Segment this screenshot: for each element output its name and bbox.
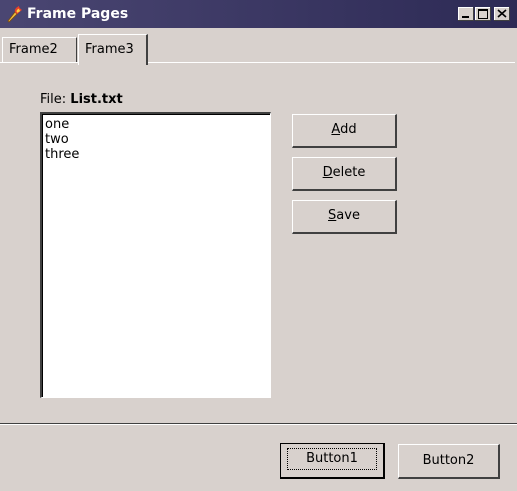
file-label: File: List.txt [40,92,123,107]
minimize-icon[interactable] [458,7,474,21]
file-listbox[interactable]: one two three [40,112,271,398]
delete-label-rest: elete [332,165,366,180]
torch-icon [6,5,24,23]
button1-label: Button1 [287,448,377,470]
tab-frame2[interactable]: Frame2 [2,37,77,62]
save-button[interactable]: Save [292,200,397,234]
tab-strip: Frame2 Frame3 [0,33,517,65]
file-name: List.txt [70,92,123,107]
list-item[interactable]: three [45,147,270,162]
add-button[interactable]: Add [292,114,397,148]
list-item[interactable]: two [45,132,270,147]
close-icon[interactable] [494,7,510,21]
add-label-rest: dd [340,122,357,137]
title-bar[interactable]: Frame Pages [0,0,517,28]
delete-button[interactable]: Delete [292,157,397,191]
list-item[interactable]: one [45,117,270,132]
delete-mnemonic: D [322,165,333,180]
save-label-rest: ave [336,208,360,223]
button2[interactable]: Button2 [398,444,500,479]
footer-divider [0,423,517,425]
add-mnemonic: A [331,122,341,137]
window-title: Frame Pages [27,6,129,22]
file-label-text: File: [40,92,67,107]
app-window: Frame Pages Frame2 Frame3 File: List.txt… [0,0,517,491]
button1[interactable]: Button1 [280,443,385,479]
tab-frame3[interactable]: Frame3 [78,34,148,65]
maximize-icon[interactable] [475,7,491,21]
